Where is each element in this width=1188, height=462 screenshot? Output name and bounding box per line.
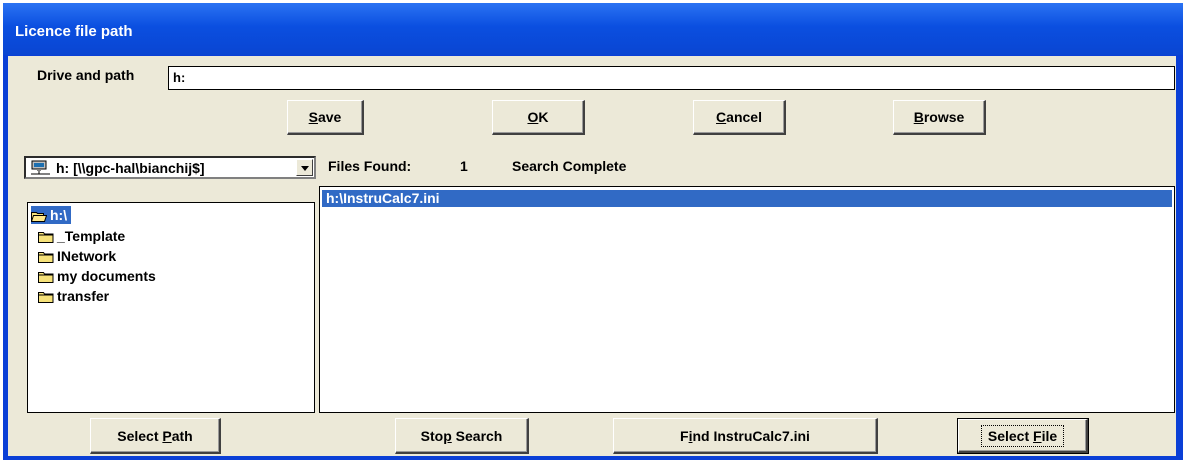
- files-found-label: Files Found:: [328, 158, 412, 174]
- find-file-button[interactable]: Find InstruCalc7.ini: [613, 418, 878, 454]
- drive-select[interactable]: h: [\\gpc-hal\bianchij$]: [24, 156, 316, 179]
- folder-icon: [38, 230, 54, 243]
- chevron-down-icon[interactable]: [296, 159, 313, 176]
- dialog-body: Drive and path h: Save OK Cancel Browse: [8, 56, 1176, 456]
- folder-icon: [38, 270, 54, 283]
- files-found-count: 1: [460, 158, 468, 174]
- select-file-button[interactable]: Select File: [957, 418, 1089, 454]
- directory-item-root[interactable]: h:\: [30, 206, 72, 224]
- stop-search-button[interactable]: Stop Search: [395, 418, 529, 454]
- drive-path-input[interactable]: h:: [168, 66, 1175, 90]
- directory-item[interactable]: INetwork: [38, 247, 116, 265]
- network-drive-icon: [30, 160, 52, 181]
- window-title: Licence file path: [15, 23, 133, 40]
- select-path-button[interactable]: Select Path: [90, 418, 221, 454]
- browse-button[interactable]: Browse: [893, 100, 986, 135]
- save-button[interactable]: Save: [287, 100, 364, 135]
- drive-path-label: Drive and path: [37, 67, 135, 83]
- file-list-item[interactable]: h:\InstruCalc7.ini: [322, 190, 1172, 207]
- directory-item[interactable]: _Template: [38, 227, 125, 245]
- open-folder-icon: [30, 209, 48, 222]
- cancel-button[interactable]: Cancel: [693, 100, 786, 135]
- folder-icon: [38, 250, 54, 263]
- file-list[interactable]: h:\InstruCalc7.ini: [319, 186, 1175, 413]
- dialog-window: Licence file path Drive and path h: Save…: [3, 3, 1183, 460]
- directory-list[interactable]: h:\ _Template INetwork my documents tran…: [27, 202, 315, 413]
- ok-button[interactable]: OK: [492, 100, 585, 135]
- drive-select-value: h: [\\gpc-hal\bianchij$]: [56, 160, 205, 176]
- directory-item[interactable]: my documents: [38, 267, 156, 285]
- directory-item[interactable]: transfer: [38, 287, 109, 305]
- search-status: Search Complete: [512, 158, 627, 174]
- title-bar[interactable]: Licence file path: [3, 3, 1183, 55]
- folder-icon: [38, 290, 54, 303]
